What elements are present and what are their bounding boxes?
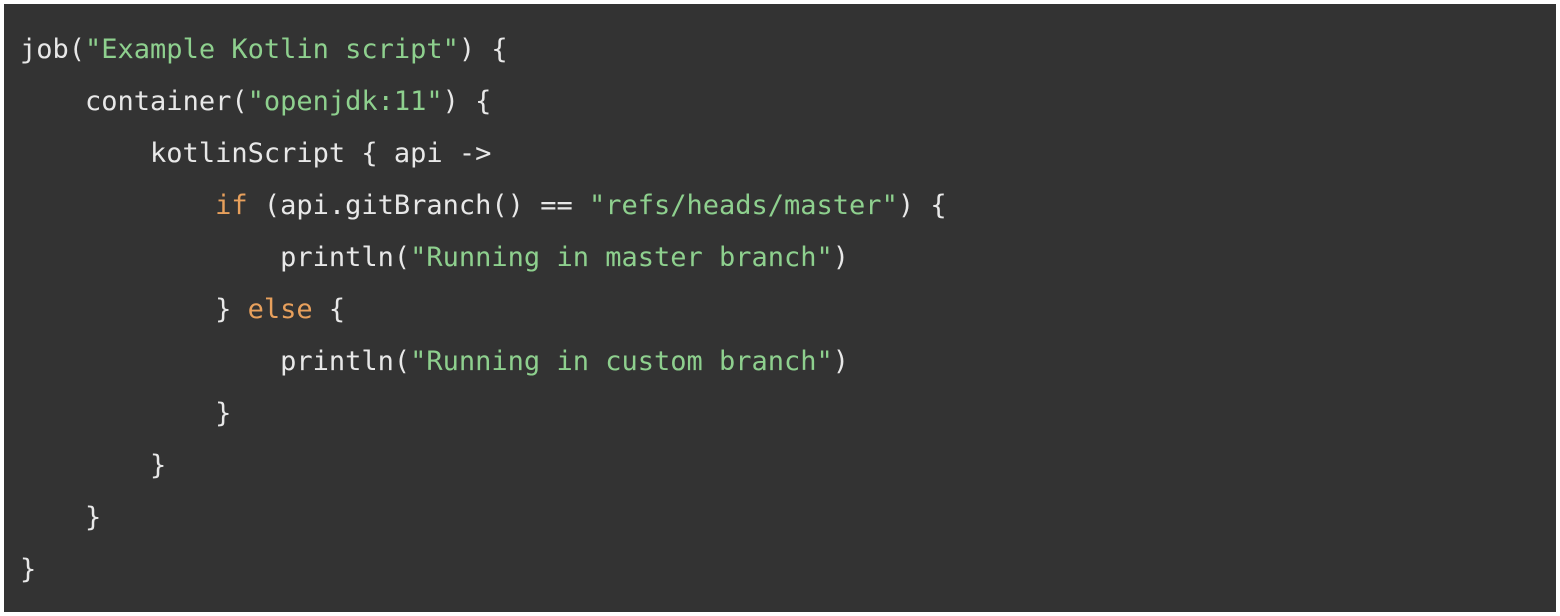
code-line-10: } — [20, 502, 101, 533]
code-line-4: if (api.gitBranch() == "refs/heads/maste… — [20, 190, 947, 221]
code-line-2: container("openjdk:11") { — [20, 86, 491, 117]
code-line-9: } — [20, 450, 166, 481]
code-line-6: } else { — [20, 294, 345, 325]
code-line-1: job("Example Kotlin script") { — [20, 34, 508, 65]
code-line-3: kotlinScript { api -> — [20, 138, 491, 169]
code-line-11: } — [20, 554, 36, 585]
code-line-8: } — [20, 398, 231, 429]
code-block: job("Example Kotlin script") { container… — [4, 4, 1556, 612]
code-line-7: println("Running in custom branch") — [20, 346, 849, 377]
code-line-5: println("Running in master branch") — [20, 242, 849, 273]
